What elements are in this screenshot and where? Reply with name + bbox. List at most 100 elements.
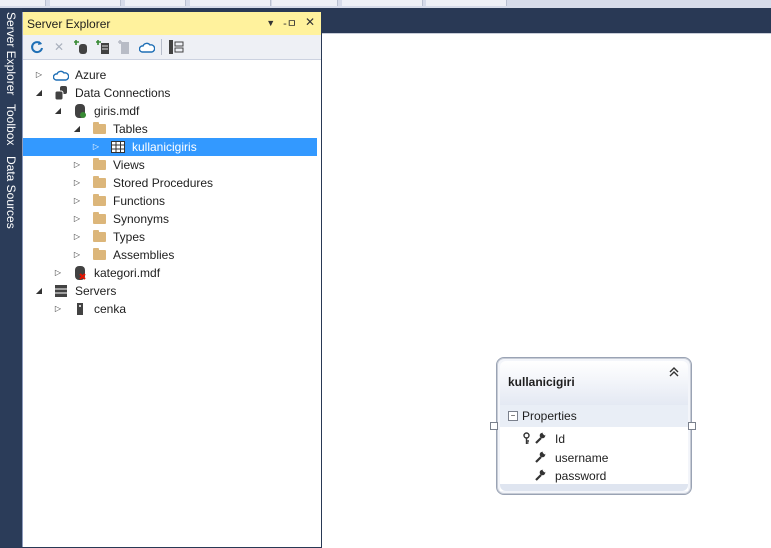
tree-item-label: Synonyms: [113, 212, 170, 226]
folder-icon: [91, 175, 107, 191]
folder-icon: [91, 229, 107, 245]
top-tab[interactable]: [426, 0, 507, 6]
data-connections-icon: [53, 85, 69, 101]
side-tab-strip: Server Explorer Toolbox Data Sources: [0, 8, 22, 547]
entity-title: kullanicigiri: [508, 375, 575, 389]
tree-item-assemblies[interactable]: ▷ Assemblies: [23, 246, 317, 264]
tree-item-types[interactable]: ▷ Types: [23, 228, 317, 246]
close-icon[interactable]: ✕: [305, 15, 315, 31]
wrench-icon: [534, 451, 546, 466]
properties-section-label: Properties: [522, 409, 577, 423]
entity-header[interactable]: kullanicigiri: [500, 361, 688, 405]
collapse-minus-icon[interactable]: −: [508, 411, 518, 421]
collapse-arrow-icon[interactable]: ◢: [72, 124, 82, 134]
tree-item-stored-procedures[interactable]: ▷ Stored Procedures: [23, 174, 317, 192]
properties-icon[interactable]: [168, 39, 184, 55]
server-icon: [72, 301, 88, 317]
top-tab[interactable]: [190, 0, 271, 6]
tree-item-kategori-mdf[interactable]: ▷ kategori.mdf: [23, 264, 317, 282]
expand-arrow-icon[interactable]: ▷: [72, 160, 82, 170]
tree-item-servers[interactable]: ◢ Servers: [23, 282, 317, 300]
top-tab[interactable]: [0, 0, 46, 6]
connect-server-icon[interactable]: [95, 39, 111, 55]
tree-item-giris-mdf[interactable]: ◢ giris.mdf: [23, 102, 317, 120]
entity-shape[interactable]: kullanicigiri − Properties Id username p…: [496, 357, 692, 495]
top-strip: [0, 0, 771, 8]
folder-icon: [91, 211, 107, 227]
tree-item-functions[interactable]: ▷ Functions: [23, 192, 317, 210]
database-icon: [72, 103, 88, 119]
refresh-icon[interactable]: [29, 39, 45, 55]
server-explorer-panel: Server Explorer ▼ -ㅁ ✕ ✕ ▷ Azure ◢ Data …: [22, 12, 321, 547]
collapse-chevron-icon[interactable]: [668, 366, 680, 381]
entity-property-password[interactable]: password: [500, 467, 688, 485]
tree-item-synonyms[interactable]: ▷ Synonyms: [23, 210, 317, 228]
collapse-arrow-icon[interactable]: ◢: [53, 106, 63, 116]
delete-icon[interactable]: [117, 39, 133, 55]
tree-item-label: Servers: [75, 284, 117, 298]
connect-db-icon[interactable]: [73, 39, 89, 55]
toolbar-separator: [161, 39, 162, 55]
wrench-icon: [534, 432, 546, 447]
tree-item-kullanicigiris[interactable]: ▷ kullanicigiris: [23, 138, 317, 156]
tree-item-label: Tables: [113, 122, 148, 136]
top-tab[interactable]: [50, 0, 121, 6]
tree-item-label: kullanicigiris: [132, 140, 197, 154]
tree-item-label: Types: [113, 230, 146, 244]
tree-item-label: Functions: [113, 194, 166, 208]
tree-item-data-connections[interactable]: ◢ Data Connections: [23, 84, 317, 102]
azure-icon: [53, 67, 69, 83]
entity-property-id[interactable]: Id: [500, 430, 688, 448]
expand-arrow-icon[interactable]: ▷: [72, 178, 82, 188]
tree-item-cenka[interactable]: ▷ cenka: [23, 300, 317, 318]
folder-icon: [91, 157, 107, 173]
expand-arrow-icon[interactable]: ▷: [72, 214, 82, 224]
pin-icon[interactable]: -ㅁ: [283, 15, 297, 31]
tree-item-label: Assemblies: [113, 248, 175, 262]
panel-dropdown-icon[interactable]: ▼: [266, 15, 275, 31]
top-tab[interactable]: [125, 0, 186, 6]
expand-arrow-icon[interactable]: ▷: [91, 142, 101, 152]
side-tab-server-explorer[interactable]: Server Explorer: [3, 12, 19, 95]
side-tab-data-sources[interactable]: Data Sources: [3, 156, 19, 229]
tree-item-label: giris.mdf: [94, 104, 140, 118]
tree-item-azure[interactable]: ▷ Azure: [23, 66, 317, 84]
property-name: username: [555, 451, 609, 465]
expand-arrow-icon[interactable]: ▷: [72, 232, 82, 242]
top-tab[interactable]: [342, 0, 423, 6]
expand-arrow-icon[interactable]: ▷: [53, 268, 63, 278]
expand-arrow-icon[interactable]: ▷: [72, 196, 82, 206]
key-icon: [522, 432, 531, 448]
tree-item-views[interactable]: ▷ Views: [23, 156, 317, 174]
collapse-arrow-icon[interactable]: ◢: [34, 88, 44, 98]
tree-item-label: cenka: [94, 302, 127, 316]
folder-icon: [91, 247, 107, 263]
tree-item-label: kategori.mdf: [94, 266, 161, 280]
tree-item-label: Azure: [75, 68, 107, 82]
entity-property-username[interactable]: username: [500, 449, 688, 467]
resize-handle-left[interactable]: [490, 422, 498, 430]
expand-arrow-icon[interactable]: ▷: [53, 304, 63, 314]
entity-footer: [500, 484, 688, 491]
tree-item-label: Views: [113, 158, 145, 172]
design-canvas[interactable]: kullanicigiri − Properties Id username p…: [322, 33, 771, 548]
panel-title-bar: Server Explorer ▼ -ㅁ ✕: [23, 12, 321, 35]
azure-icon[interactable]: [139, 39, 155, 55]
tree-item-tables[interactable]: ◢ Tables: [23, 120, 317, 138]
folder-icon: [91, 121, 107, 137]
property-name: password: [555, 469, 607, 483]
collapse-arrow-icon[interactable]: ◢: [34, 286, 44, 296]
side-tab-toolbox[interactable]: Toolbox: [3, 104, 19, 145]
entity-body: − Properties Id username password: [500, 405, 688, 491]
top-tab[interactable]: [272, 0, 338, 6]
stop-icon[interactable]: ✕: [51, 39, 67, 55]
property-name: Id: [555, 432, 566, 446]
tree-item-label: Data Connections: [75, 86, 171, 100]
expand-arrow-icon[interactable]: ▷: [72, 250, 82, 260]
servers-icon: [53, 283, 69, 299]
properties-section-header[interactable]: − Properties: [500, 405, 688, 427]
expand-arrow-icon[interactable]: ▷: [34, 70, 44, 80]
resize-handle-right[interactable]: [688, 422, 696, 430]
tree-item-label: Stored Procedures: [113, 176, 214, 190]
panel-title: Server Explorer: [27, 16, 111, 31]
